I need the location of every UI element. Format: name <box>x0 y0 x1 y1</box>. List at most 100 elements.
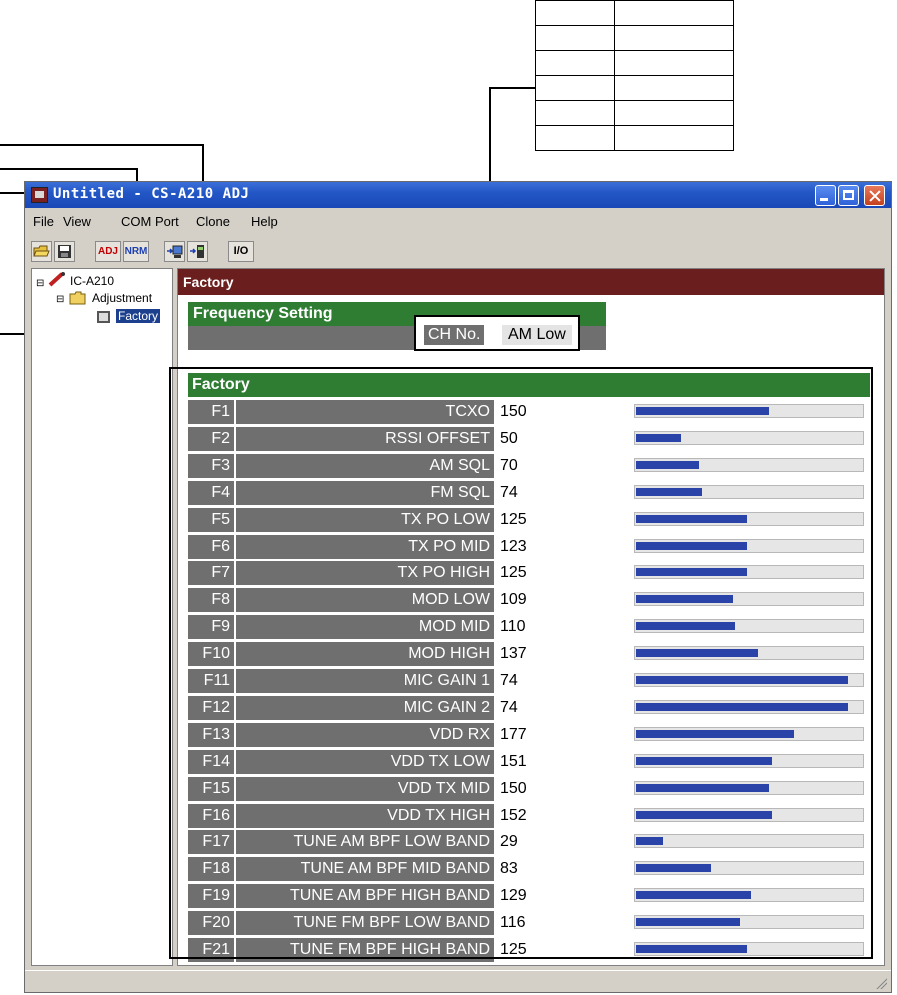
table-row: F8 MOD LOW 109 <box>188 588 870 614</box>
tree-item-folder[interactable]: Adjustment <box>92 291 152 305</box>
channel-label: CH No. <box>424 325 485 345</box>
title-bar[interactable]: Untitled - CS-A210 ADJ <box>25 182 891 208</box>
param-value-input[interactable]: 74 <box>498 480 628 505</box>
maximize-button[interactable] <box>838 185 859 206</box>
param-id: F9 <box>188 615 234 640</box>
menu-com-port[interactable]: COM Port <box>121 214 179 229</box>
param-slider[interactable] <box>634 942 864 956</box>
tree-item-root[interactable]: IC-A210 <box>70 274 114 288</box>
minimize-button[interactable] <box>815 185 836 206</box>
param-slider[interactable] <box>634 726 864 741</box>
param-value-input[interactable]: 125 <box>498 938 628 962</box>
param-slider[interactable] <box>634 888 864 903</box>
param-value-input[interactable]: 137 <box>498 642 628 667</box>
param-slider[interactable] <box>634 484 864 499</box>
table-row: F18 TUNE AM BPF MID BAND 83 <box>188 857 870 883</box>
menu-view[interactable]: View <box>63 214 91 229</box>
param-id: F13 <box>188 722 234 747</box>
param-slider[interactable] <box>634 457 864 472</box>
table-row: F21 TUNE FM BPF HIGH BAND 125 <box>188 938 870 964</box>
param-value-input[interactable]: 29 <box>498 830 628 855</box>
table-row: F20 TUNE FM BPF LOW BAND 116 <box>188 911 870 937</box>
param-slider[interactable] <box>634 780 864 795</box>
param-slider[interactable] <box>634 619 864 634</box>
read-from-radio-icon[interactable] <box>164 241 185 262</box>
param-value-input[interactable]: 70 <box>498 453 628 478</box>
param-slider[interactable] <box>634 673 864 687</box>
param-name: VDD RX <box>236 722 494 747</box>
main-pane: Factory Frequency Setting CH No. AM Low … <box>177 268 885 966</box>
param-value-input[interactable]: 152 <box>498 803 628 828</box>
table-row: F5 TX PO LOW 125 <box>188 507 870 534</box>
open-folder-icon[interactable] <box>31 241 52 262</box>
param-value-input[interactable]: 50 <box>498 426 628 451</box>
param-slider-fill <box>636 918 740 927</box>
status-bar <box>25 970 891 993</box>
param-name: VDD TX MID <box>236 776 494 801</box>
adj-button[interactable]: ADJ <box>95 241 121 262</box>
table-row: F17 TUNE AM BPF LOW BAND 29 <box>188 830 870 856</box>
param-name: TUNE AM BPF LOW BAND <box>236 830 494 855</box>
param-slider[interactable] <box>634 430 864 445</box>
param-value-input[interactable]: 125 <box>498 561 628 586</box>
param-slider[interactable] <box>634 807 864 822</box>
param-id: F20 <box>188 911 234 936</box>
param-value-input[interactable]: 125 <box>498 507 628 532</box>
param-value-input[interactable]: 110 <box>498 615 628 640</box>
param-name: VDD TX LOW <box>236 749 494 774</box>
channel-value[interactable]: AM Low <box>502 325 572 345</box>
param-slider[interactable] <box>634 538 864 553</box>
param-id: F18 <box>188 857 234 882</box>
page-title: Factory <box>178 269 884 295</box>
param-slider[interactable] <box>634 565 864 580</box>
param-value-input[interactable]: 83 <box>498 857 628 882</box>
param-id: F6 <box>188 534 234 559</box>
table-row: F1 TCXO 150 <box>188 400 870 426</box>
menu-file[interactable]: File <box>33 214 54 229</box>
param-value-input[interactable]: 150 <box>498 400 628 424</box>
param-slider[interactable] <box>634 861 864 876</box>
param-slider[interactable] <box>634 511 864 526</box>
param-value-input[interactable]: 151 <box>498 749 628 774</box>
tree-item-factory[interactable]: Factory <box>116 309 161 323</box>
param-value-input[interactable]: 177 <box>498 722 628 747</box>
param-value-input[interactable]: 129 <box>498 884 628 909</box>
param-id: F5 <box>188 507 234 532</box>
collapse-icon[interactable]: ⊟ <box>36 278 44 289</box>
param-id: F1 <box>188 400 234 424</box>
param-value-input[interactable]: 109 <box>498 588 628 613</box>
io-button[interactable]: I/O <box>228 241 254 262</box>
param-slider[interactable] <box>634 834 864 849</box>
param-slider[interactable] <box>634 699 864 714</box>
param-id: F12 <box>188 695 234 720</box>
close-button[interactable] <box>864 185 885 206</box>
resize-grip-icon[interactable] <box>875 977 887 989</box>
collapse-icon[interactable]: ⊟ <box>56 294 64 305</box>
menu-help[interactable]: Help <box>251 214 278 229</box>
param-slider-fill <box>636 595 733 604</box>
table-row: F9 MOD MID 110 <box>188 615 870 641</box>
param-slider-fill <box>636 864 711 873</box>
param-slider[interactable] <box>634 646 864 661</box>
param-slider[interactable] <box>634 753 864 768</box>
param-value-input[interactable]: 150 <box>498 776 628 801</box>
save-icon[interactable] <box>54 241 75 262</box>
param-slider[interactable] <box>634 404 864 418</box>
param-name: TUNE FM BPF HIGH BAND <box>236 938 494 962</box>
menu-clone[interactable]: Clone <box>196 214 230 229</box>
channel-selector: CH No. AM Low <box>414 315 580 351</box>
nrm-button[interactable]: NRM <box>123 241 149 262</box>
param-slider[interactable] <box>634 915 864 930</box>
param-value-input[interactable]: 74 <box>498 669 628 693</box>
param-id: F7 <box>188 561 234 586</box>
write-to-radio-icon[interactable] <box>187 241 208 262</box>
param-value-input[interactable]: 74 <box>498 695 628 720</box>
param-name: MIC GAIN 1 <box>236 669 494 693</box>
param-name: TX PO MID <box>236 534 494 559</box>
param-value-input[interactable]: 123 <box>498 534 628 559</box>
param-value-input[interactable]: 116 <box>498 911 628 936</box>
table-row: F16 VDD TX HIGH 152 <box>188 803 870 830</box>
param-slider[interactable] <box>634 592 864 607</box>
param-slider-fill <box>636 945 747 953</box>
param-slider-fill <box>636 649 758 658</box>
